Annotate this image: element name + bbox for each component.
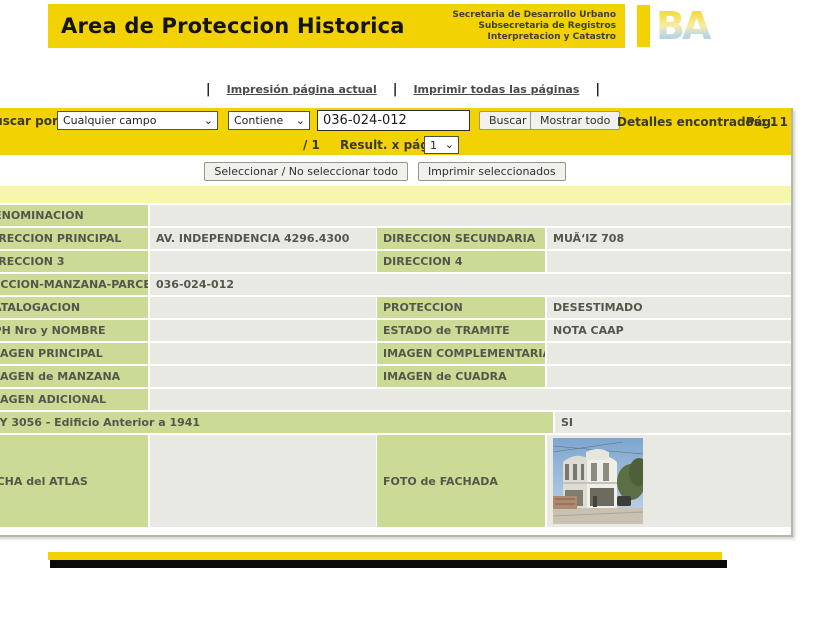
field-value bbox=[150, 366, 376, 387]
field-label: SECCION-MANZANA-PARCELA bbox=[0, 274, 148, 295]
field-label: APH Nro y NOMBRE bbox=[0, 320, 148, 341]
toggle-select-all-button[interactable]: Seleccionar / No seleccionar todo bbox=[204, 162, 408, 181]
field-value bbox=[547, 366, 791, 387]
print-current-page-link[interactable]: Impresión página actual bbox=[227, 83, 377, 96]
field-value: DESESTIMADO bbox=[547, 297, 791, 318]
per-page-selected-value: 1 bbox=[430, 139, 437, 152]
field-value: AV. INDEPENDENCIA 4296.4300 bbox=[150, 228, 376, 249]
chevron-down-icon: ⌄ bbox=[445, 140, 454, 150]
footer-yellow-bar bbox=[48, 552, 722, 560]
field-label: DENOMINACION bbox=[0, 205, 148, 226]
ba-logo-icon: BA bbox=[655, 2, 727, 48]
field-value: SI bbox=[555, 412, 791, 433]
print-selected-button[interactable]: Imprimir seleccionados bbox=[418, 162, 566, 181]
field-value bbox=[150, 389, 791, 410]
logo-divider-stripe bbox=[637, 5, 650, 47]
print-links-row: | Impresión página actual | Imprimir tod… bbox=[0, 82, 806, 97]
field-label: DIRECCION 3 bbox=[0, 251, 148, 272]
separator-bar: | bbox=[393, 82, 398, 97]
field-label: IMAGEN ADICIONAL bbox=[0, 389, 148, 410]
search-field-select[interactable]: Cualquier campo ⌄ bbox=[57, 111, 218, 130]
field-value: NOTA CAAP bbox=[547, 320, 791, 341]
org-line: Interpretacion y Catastro bbox=[400, 32, 616, 43]
table-row: FICHA del ATLAS FOTO de FACHADA bbox=[0, 435, 791, 527]
table-row: APH Nro y NOMBRE ESTADO de TRAMITE NOTA … bbox=[0, 320, 791, 341]
table-row: IMAGEN de MANZANA IMAGEN de CUADRA bbox=[0, 366, 791, 387]
table-row: DIRECCION PRINCIPAL AV. INDEPENDENCIA 42… bbox=[0, 228, 791, 249]
field-label: ESTADO de TRAMITE bbox=[377, 320, 545, 341]
search-operator-selected-value: Contiene bbox=[234, 114, 283, 127]
record-detail-grid: DENOMINACION DIRECCION PRINCIPAL AV. IND… bbox=[0, 205, 791, 535]
table-row: CATALOGACION PROTECCION DESESTIMADO bbox=[0, 297, 791, 318]
table-row: LEY 3056 - Edificio Anterior a 1941 SI bbox=[0, 412, 791, 433]
show-all-button[interactable]: Mostrar todo bbox=[530, 111, 620, 130]
field-label: LEY 3056 - Edificio Anterior a 1941 bbox=[0, 412, 553, 433]
field-value bbox=[150, 251, 376, 272]
page-fraction-label: / 1 bbox=[303, 138, 320, 152]
results-per-page-select[interactable]: 1 ⌄ bbox=[424, 136, 459, 154]
separator-bar: | bbox=[595, 82, 600, 97]
field-label: IMAGEN PRINCIPAL bbox=[0, 343, 148, 364]
chevron-down-icon: ⌄ bbox=[296, 116, 305, 126]
table-row: SECCION-MANZANA-PARCELA 036-024-012 bbox=[0, 274, 791, 295]
field-label: DIRECCION SECUNDARIA bbox=[377, 228, 545, 249]
table-row: DENOMINACION bbox=[0, 205, 791, 226]
search-operator-select[interactable]: Contiene ⌄ bbox=[228, 111, 310, 130]
field-label: PROTECCION bbox=[377, 297, 545, 318]
separator-bar: | bbox=[206, 82, 211, 97]
field-label: DIRECCION PRINCIPAL bbox=[0, 228, 148, 249]
chevron-down-icon: ⌄ bbox=[204, 116, 213, 126]
selection-actions-row: Seleccionar / No seleccionar todo Imprim… bbox=[0, 155, 791, 186]
field-label: IMAGEN de MANZANA bbox=[0, 366, 148, 387]
field-label: DIRECCION 4 bbox=[377, 251, 545, 272]
org-line: Subsecretaria de Registros bbox=[400, 21, 616, 32]
svg-text:BA: BA bbox=[656, 4, 712, 48]
field-label: IMAGEN de CUADRA bbox=[377, 366, 545, 387]
field-value: 036-024-012 bbox=[150, 274, 791, 295]
page-title: Area de Proteccion Historica bbox=[48, 14, 405, 38]
field-value bbox=[150, 320, 376, 341]
search-field-selected-value: Cualquier campo bbox=[63, 114, 156, 127]
field-label: IMAGEN COMPLEMENTARIA bbox=[377, 343, 545, 364]
search-button[interactable]: Buscar bbox=[479, 111, 537, 130]
field-value: MUÃ‘IZ 708 bbox=[547, 228, 791, 249]
table-row: IMAGEN ADICIONAL bbox=[0, 389, 791, 410]
footer-black-bar bbox=[50, 560, 727, 568]
facade-photo-image[interactable] bbox=[553, 438, 643, 524]
results-panel: Buscar por Cualquier campo ⌄ Contiene ⌄ … bbox=[0, 108, 793, 537]
field-label: FOTO de FACHADA bbox=[377, 435, 545, 527]
search-query-input[interactable] bbox=[317, 110, 470, 131]
field-value bbox=[547, 251, 791, 272]
field-value bbox=[150, 343, 376, 364]
table-row: IMAGEN PRINCIPAL IMAGEN COMPLEMENTARIA bbox=[0, 343, 791, 364]
org-line: Secretaria de Desarrollo Urbano bbox=[400, 10, 616, 21]
search-toolbar: Buscar por Cualquier campo ⌄ Contiene ⌄ … bbox=[0, 108, 791, 155]
organization-block: Secretaria de Desarrollo Urbano Subsecre… bbox=[400, 4, 616, 48]
record-header-band bbox=[0, 186, 791, 203]
page-indicator-label: Pág. 1 bbox=[746, 115, 788, 129]
table-row: DIRECCION 3 DIRECCION 4 bbox=[0, 251, 791, 272]
field-value bbox=[150, 297, 376, 318]
field-label: FICHA del ATLAS bbox=[0, 435, 148, 527]
search-by-label: Buscar por bbox=[0, 114, 58, 128]
print-all-pages-link[interactable]: Imprimir todas las páginas bbox=[413, 83, 579, 96]
field-label: CATALOGACION bbox=[0, 297, 148, 318]
field-value bbox=[150, 205, 791, 226]
field-value bbox=[547, 343, 791, 364]
facade-photo-cell bbox=[547, 435, 791, 527]
field-value bbox=[150, 435, 376, 527]
